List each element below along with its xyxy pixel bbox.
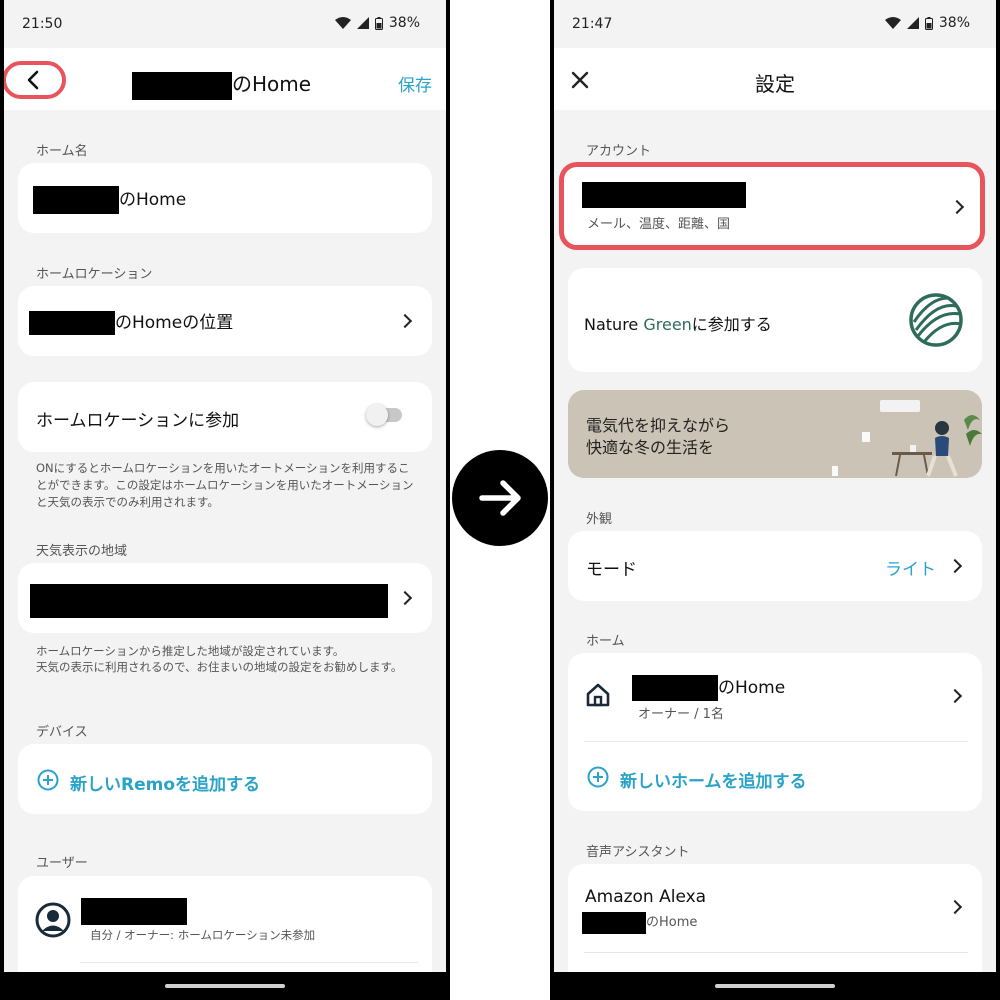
users-label: ユーザー xyxy=(36,856,88,871)
account-label: アカウント xyxy=(586,144,652,159)
right-phone: 21:47 38% 設定 アカウント メール、温度、距離、国 Nature Gr… xyxy=(550,0,1000,1000)
system-nav-bar xyxy=(0,972,450,1000)
home-name-label: ホーム名 xyxy=(36,144,88,159)
appearance-label: 外観 xyxy=(586,512,613,527)
account-sub: メール、温度、距離、国 xyxy=(587,217,731,232)
chevron-right-icon xyxy=(949,199,965,215)
redacted-name xyxy=(29,311,115,335)
user-row[interactable]: 自分 / オーナー: ホームロケーション未参加 xyxy=(18,876,432,972)
user-avatar-icon xyxy=(35,902,71,938)
left-phone: 21:50 38% のHome 保存 ホーム名 のHome ホームロケーション … xyxy=(0,0,450,1000)
participate-row: ホームロケーションに参加 xyxy=(18,382,432,452)
home-card: のHome オーナー / 1名 新しいホームを追加する xyxy=(568,653,982,811)
devices-label: デバイス xyxy=(36,725,88,740)
back-arrow-icon xyxy=(27,70,39,90)
participate-label: ホームロケーションに参加 xyxy=(36,411,240,431)
home-location-label: ホームロケーション xyxy=(36,267,153,282)
chevron-right-icon xyxy=(947,558,963,574)
divider xyxy=(80,962,418,963)
nature-green-label: Nature Greenに参加する xyxy=(584,315,772,334)
add-remo-label: 新しいRemoを追加する xyxy=(70,775,261,795)
wifi-icon xyxy=(334,17,351,29)
add-remo-button[interactable]: 新しいRemoを追加する xyxy=(18,744,432,814)
comparison-stage: 21:50 38% のHome 保存 ホーム名 のHome ホームロケーション … xyxy=(0,0,1000,1000)
nature-green-row[interactable]: Nature Greenに参加する xyxy=(568,268,982,372)
redacted-name xyxy=(632,675,718,701)
status-time: 21:47 xyxy=(572,16,613,32)
toggle-knob xyxy=(366,404,388,426)
redacted-account xyxy=(582,182,746,208)
add-home-button[interactable]: 新しいホームを追加する xyxy=(568,742,982,811)
chevron-right-icon xyxy=(397,313,413,329)
add-circle-icon xyxy=(37,769,59,791)
redacted-name xyxy=(33,186,119,214)
home-name-field[interactable]: のHome xyxy=(18,163,432,233)
home-gesture-pill[interactable] xyxy=(715,984,835,988)
home-name: のHome xyxy=(632,673,785,701)
battery-icon xyxy=(924,16,933,30)
nature-green-logo-icon xyxy=(909,293,963,347)
alexa-label: Amazon Alexa xyxy=(585,887,707,907)
mode-row[interactable]: モード ライト xyxy=(568,531,982,601)
wifi-icon xyxy=(884,17,901,29)
battery-percent: 38% xyxy=(388,15,420,31)
home-settings-screen: 21:50 38% のHome 保存 ホーム名 のHome ホームロケーション … xyxy=(4,0,446,972)
weather-region-row[interactable] xyxy=(18,563,432,633)
settings-screen: 21:47 38% 設定 アカウント メール、温度、距離、国 Nature Gr… xyxy=(554,0,996,972)
mode-label: モード xyxy=(586,560,637,580)
weather-region-label: 天気表示の地域 xyxy=(36,544,128,559)
chevron-right-icon xyxy=(947,688,963,704)
status-time: 21:50 xyxy=(22,16,63,32)
banner-line-1: 電気代を抑えながら xyxy=(586,416,731,435)
participate-toggle[interactable] xyxy=(366,404,402,426)
top-bar: 設定 xyxy=(554,48,996,110)
system-nav-bar xyxy=(550,972,1000,1000)
banner-line-2: 快適な冬の生活を xyxy=(586,438,715,457)
redacted-name xyxy=(132,71,232,100)
back-button[interactable] xyxy=(4,61,66,99)
weather-help-2: 天気の表示に利用されるので、お住まいの地域の設定をお勧めします。 xyxy=(36,660,403,674)
home-gesture-pill[interactable] xyxy=(165,984,285,988)
signal-icon xyxy=(356,17,369,29)
weather-help-1: ホームロケーションから推定した地域が設定されています。 xyxy=(36,644,345,658)
winter-promo-banner[interactable]: 電気代を抑えながら 快適な冬の生活を xyxy=(568,390,982,478)
redacted-user-name xyxy=(81,898,187,925)
page-title: のHome xyxy=(132,68,311,100)
banner-illustration xyxy=(832,400,982,477)
home-location-row[interactable]: のHomeの位置 xyxy=(18,286,432,356)
status-bar: 21:50 38% xyxy=(4,0,446,48)
home-row[interactable]: のHome オーナー / 1名 xyxy=(568,653,982,741)
voice-assistant-label: 音声アシスタント xyxy=(586,845,690,860)
redacted-name xyxy=(582,911,646,934)
battery-icon xyxy=(374,16,383,30)
home-sub: オーナー / 1名 xyxy=(638,707,724,722)
alexa-row[interactable]: Amazon Alexa のHome xyxy=(568,864,982,972)
signal-icon xyxy=(906,17,919,29)
divider xyxy=(584,952,968,953)
arrow-right-icon xyxy=(452,450,548,546)
add-home-label: 新しいホームを追加する xyxy=(620,772,807,792)
user-sub: 自分 / オーナー: ホームロケーション未参加 xyxy=(90,928,316,942)
add-circle-icon xyxy=(587,766,609,788)
redacted-region xyxy=(30,584,388,618)
alexa-sub: のHome xyxy=(582,911,697,934)
top-bar: のHome 保存 xyxy=(4,48,446,110)
account-row[interactable]: メール、温度、距離、国 xyxy=(559,162,985,250)
save-button[interactable]: 保存 xyxy=(398,71,432,96)
home-icon xyxy=(586,683,610,707)
mode-value: ライト xyxy=(885,560,936,580)
chevron-right-icon xyxy=(947,899,963,915)
participate-help: ONにするとホームロケーションを用いたオートメーションを利用することができます。… xyxy=(36,461,414,509)
page-title: 設定 xyxy=(755,72,795,96)
status-bar: 21:47 38% xyxy=(554,0,996,48)
chevron-right-icon xyxy=(397,590,413,606)
battery-percent: 38% xyxy=(938,15,970,31)
home-label: ホーム xyxy=(586,634,625,649)
